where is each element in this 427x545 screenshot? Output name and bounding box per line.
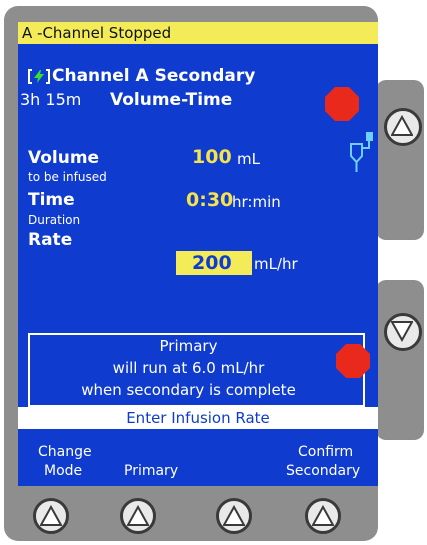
up-arrow-icon bbox=[312, 505, 334, 526]
secondary-info-box: Primary will run at 6.0 mL/hr when secon… bbox=[28, 333, 365, 407]
scroll-up-button[interactable] bbox=[384, 108, 422, 146]
battery-charging-icon bbox=[28, 69, 50, 84]
softkey-1-line-2: Mode bbox=[44, 463, 83, 479]
volume-label: Volume bbox=[28, 148, 100, 168]
info-line-3: when secondary is complete bbox=[81, 381, 296, 399]
time-label: Time bbox=[28, 190, 75, 210]
softkey-1-line-1: Change bbox=[38, 444, 92, 460]
volume-unit: mL bbox=[237, 150, 260, 168]
softkey-2-button[interactable] bbox=[120, 498, 156, 534]
volume-value[interactable]: 100 bbox=[192, 146, 232, 168]
info-line-1: Primary bbox=[159, 337, 218, 355]
stop-sign-icon[interactable] bbox=[324, 86, 360, 122]
up-arrow-icon bbox=[223, 505, 245, 526]
pump-screen: A -Channel Stopped Channel A Secondary 3… bbox=[18, 22, 378, 442]
softkey-4-line-1: Confirm bbox=[298, 444, 354, 460]
info-line-2: will run at 6.0 mL/hr bbox=[112, 359, 265, 377]
volume-sublabel: to be infused bbox=[28, 170, 107, 184]
scroll-down-button[interactable] bbox=[384, 313, 422, 351]
softkey-4-button[interactable] bbox=[305, 498, 341, 534]
side-tab-lower bbox=[376, 280, 424, 440]
up-arrow-icon bbox=[127, 505, 149, 526]
rate-label: Rate bbox=[28, 230, 73, 250]
softkey-2-label: Primary bbox=[124, 463, 179, 479]
iv-drip-icon bbox=[348, 130, 378, 176]
time-value[interactable]: 0:30 bbox=[186, 189, 233, 211]
up-arrow-icon bbox=[391, 115, 413, 136]
down-arrow-icon bbox=[391, 321, 413, 342]
up-arrow-icon bbox=[40, 505, 62, 526]
softkey-3-button[interactable] bbox=[216, 498, 252, 534]
time-remaining: 3h 15m bbox=[20, 90, 82, 109]
rate-unit: mL/hr bbox=[254, 255, 298, 273]
time-sublabel: Duration bbox=[28, 213, 81, 227]
status-bar: A -Channel Stopped bbox=[18, 22, 378, 44]
side-tab-upper bbox=[376, 80, 424, 240]
softkey-label-bar: Change Mode Primary Confirm Secondary bbox=[18, 442, 378, 486]
time-unit: hr:min bbox=[232, 193, 281, 211]
infusion-mode: Volume-Time bbox=[110, 90, 233, 110]
stop-sign-icon bbox=[335, 343, 371, 379]
softkey-4-line-2: Secondary bbox=[286, 463, 361, 479]
channel-title: Channel A Secondary bbox=[52, 66, 256, 86]
softkey-1-button[interactable] bbox=[33, 498, 69, 534]
rate-value[interactable]: 200 bbox=[192, 252, 232, 274]
prompt-bar: Enter Infusion Rate bbox=[18, 407, 378, 429]
